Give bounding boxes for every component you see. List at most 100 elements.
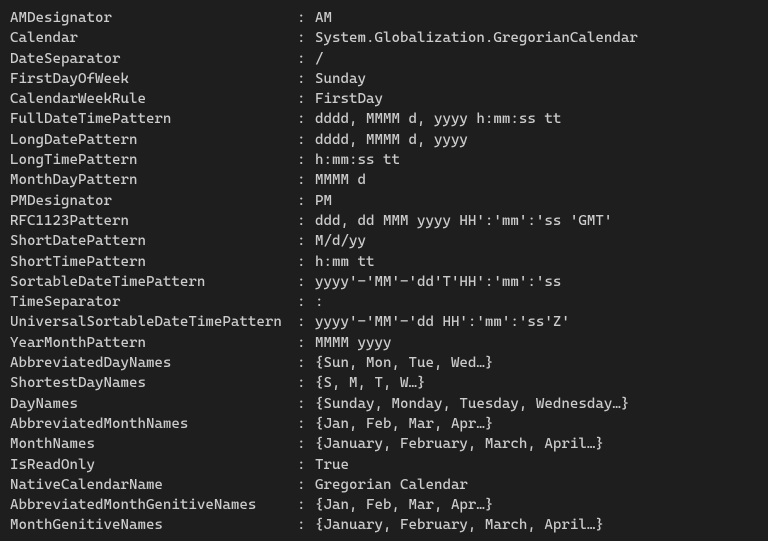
property-row: FirstDayOfWeek:Sunday — [10, 69, 758, 89]
separator: : — [297, 394, 315, 414]
property-value: True — [315, 455, 349, 475]
property-value: h:mm tt — [315, 252, 374, 272]
property-name: AMDesignator — [10, 8, 297, 28]
property-name: AbbreviatedMonthGenitiveNames — [10, 495, 297, 515]
property-value: FirstDay — [315, 89, 383, 109]
separator: : — [297, 272, 315, 292]
property-name: ShortTimePattern — [10, 252, 297, 272]
property-name: LongTimePattern — [10, 150, 297, 170]
property-name: DateSeparator — [10, 49, 297, 69]
property-value: dddd, MMMM d, yyyy h:mm:ss tt — [315, 109, 561, 129]
property-row: TimeSeparator:: — [10, 292, 758, 312]
property-name: RFC1123Pattern — [10, 211, 297, 231]
property-value: MMMM yyyy — [315, 333, 391, 353]
property-value: yyyy'-'MM'-'dd'T'HH':'mm':'ss — [315, 272, 561, 292]
property-name: TimeSeparator — [10, 292, 297, 312]
property-value: System.Globalization.GregorianCalendar — [315, 28, 638, 48]
property-value: / — [315, 49, 324, 69]
property-value: {Jan, Feb, Mar, Apr…} — [315, 495, 493, 515]
property-row: UniversalSortableDateTimePattern:yyyy'-'… — [10, 312, 758, 332]
separator: : — [297, 130, 315, 150]
property-row: ShortestDayNames:{S, M, T, W…} — [10, 373, 758, 393]
property-row: FullDateTimePattern:dddd, MMMM d, yyyy h… — [10, 109, 758, 129]
separator: : — [297, 434, 315, 454]
separator: : — [297, 191, 315, 211]
separator: : — [297, 515, 315, 535]
separator: : — [297, 312, 315, 332]
property-list: AMDesignator:AMCalendar:System.Globaliza… — [10, 8, 758, 536]
separator: : — [297, 231, 315, 251]
property-row: DateSeparator:/ — [10, 49, 758, 69]
property-row: LongDatePattern:dddd, MMMM d, yyyy — [10, 130, 758, 150]
separator: : — [297, 49, 315, 69]
property-row: MonthDayPattern:MMMM d — [10, 170, 758, 190]
property-value: {S, M, T, W…} — [315, 373, 425, 393]
property-name: MonthDayPattern — [10, 170, 297, 190]
property-value: M/d/yy — [315, 231, 366, 251]
property-row: MonthGenitiveNames:{January, February, M… — [10, 515, 758, 535]
property-value: PM — [315, 191, 332, 211]
property-value: dddd, MMMM d, yyyy — [315, 130, 468, 150]
property-name: SortableDateTimePattern — [10, 272, 297, 292]
property-value: {January, February, March, April…} — [315, 515, 604, 535]
property-value: Gregorian Calendar — [315, 475, 468, 495]
separator: : — [297, 28, 315, 48]
property-value: MMMM d — [315, 170, 366, 190]
separator: : — [297, 211, 315, 231]
property-row: SortableDateTimePattern:yyyy'-'MM'-'dd'T… — [10, 272, 758, 292]
property-row: PMDesignator:PM — [10, 191, 758, 211]
property-value: {Sunday, Monday, Tuesday, Wednesday…} — [315, 394, 629, 414]
property-row: Calendar:System.Globalization.GregorianC… — [10, 28, 758, 48]
property-name: MonthNames — [10, 434, 297, 454]
property-row: RFC1123Pattern:ddd, dd MMM yyyy HH':'mm'… — [10, 211, 758, 231]
property-name: ShortDatePattern — [10, 231, 297, 251]
separator: : — [297, 170, 315, 190]
property-name: AbbreviatedDayNames — [10, 353, 297, 373]
property-value: ddd, dd MMM yyyy HH':'mm':'ss 'GMT' — [315, 211, 612, 231]
property-name: Calendar — [10, 28, 297, 48]
property-name: FullDateTimePattern — [10, 109, 297, 129]
separator: : — [297, 69, 315, 89]
property-value: Sunday — [315, 69, 366, 89]
property-name: IsReadOnly — [10, 455, 297, 475]
separator: : — [297, 495, 315, 515]
property-row: AMDesignator:AM — [10, 8, 758, 28]
property-row: ShortDatePattern:M/d/yy — [10, 231, 758, 251]
separator: : — [297, 373, 315, 393]
property-value: h:mm:ss tt — [315, 150, 400, 170]
property-row: DayNames:{Sunday, Monday, Tuesday, Wedne… — [10, 394, 758, 414]
property-row: IsReadOnly:True — [10, 455, 758, 475]
property-name: YearMonthPattern — [10, 333, 297, 353]
separator: : — [297, 150, 315, 170]
property-row: LongTimePattern:h:mm:ss tt — [10, 150, 758, 170]
property-value: {Jan, Feb, Mar, Apr…} — [315, 414, 493, 434]
property-name: NativeCalendarName — [10, 475, 297, 495]
separator: : — [297, 8, 315, 28]
property-name: UniversalSortableDateTimePattern — [10, 312, 297, 332]
property-value: {January, February, March, April…} — [315, 434, 604, 454]
property-value: yyyy'-'MM'-'dd HH':'mm':'ss'Z' — [315, 312, 570, 332]
property-value: : — [315, 292, 324, 312]
property-name: LongDatePattern — [10, 130, 297, 150]
separator: : — [297, 353, 315, 373]
property-row: MonthNames:{January, February, March, Ap… — [10, 434, 758, 454]
property-row: CalendarWeekRule:FirstDay — [10, 89, 758, 109]
property-name: AbbreviatedMonthNames — [10, 414, 297, 434]
property-name: PMDesignator — [10, 191, 297, 211]
property-name: ShortestDayNames — [10, 373, 297, 393]
property-name: FirstDayOfWeek — [10, 69, 297, 89]
property-row: AbbreviatedDayNames:{Sun, Mon, Tue, Wed…… — [10, 353, 758, 373]
separator: : — [297, 455, 315, 475]
separator: : — [297, 414, 315, 434]
separator: : — [297, 89, 315, 109]
separator: : — [297, 109, 315, 129]
property-row: AbbreviatedMonthNames:{Jan, Feb, Mar, Ap… — [10, 414, 758, 434]
property-name: DayNames — [10, 394, 297, 414]
separator: : — [297, 475, 315, 495]
separator: : — [297, 252, 315, 272]
property-value: AM — [315, 8, 332, 28]
property-row: YearMonthPattern:MMMM yyyy — [10, 333, 758, 353]
property-row: NativeCalendarName:Gregorian Calendar — [10, 475, 758, 495]
separator: : — [297, 292, 315, 312]
property-row: ShortTimePattern:h:mm tt — [10, 252, 758, 272]
